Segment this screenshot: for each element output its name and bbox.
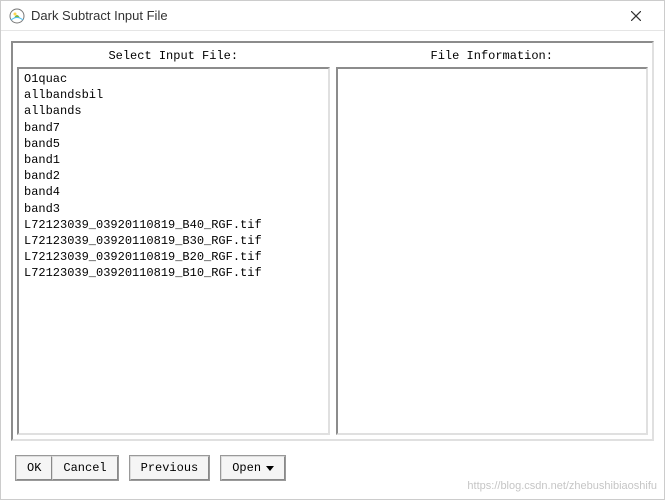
dialog-window: Dark Subtract Input File Select Input Fi…: [0, 0, 665, 500]
previous-button[interactable]: Previous: [130, 456, 210, 480]
file-info-header: File Information:: [336, 47, 649, 67]
list-item[interactable]: band1: [23, 152, 324, 168]
list-item[interactable]: allbandsbil: [23, 87, 324, 103]
list-item[interactable]: band7: [23, 120, 324, 136]
list-item[interactable]: L72123039_03920110819_B40_RGF.tif: [23, 217, 324, 233]
chevron-down-icon: [266, 466, 274, 471]
close-button[interactable]: [616, 2, 656, 30]
close-icon: [631, 11, 641, 21]
list-item[interactable]: band2: [23, 168, 324, 184]
open-button[interactable]: Open: [221, 456, 285, 480]
list-item[interactable]: L72123039_03920110819_B10_RGF.tif: [23, 265, 324, 281]
previous-group: Previous: [129, 455, 211, 481]
ok-button[interactable]: OK: [16, 456, 52, 480]
list-item[interactable]: band4: [23, 184, 324, 200]
main-panel: Select Input File: O1quacallbandsbilallb…: [11, 41, 654, 441]
list-item[interactable]: O1quac: [23, 71, 324, 87]
ok-cancel-group: OK Cancel: [15, 455, 119, 481]
select-input-header: Select Input File:: [17, 47, 330, 67]
file-list: O1quacallbandsbilallbandsband7band5band1…: [23, 71, 324, 281]
cancel-button[interactable]: Cancel: [52, 456, 117, 480]
titlebar: Dark Subtract Input File: [1, 1, 664, 31]
open-group: Open: [220, 455, 286, 481]
list-item[interactable]: allbands: [23, 103, 324, 119]
left-panel: Select Input File: O1quacallbandsbilallb…: [17, 47, 330, 435]
right-panel: File Information:: [336, 47, 649, 435]
open-label: Open: [232, 461, 261, 475]
button-row: OK Cancel Previous Open: [11, 441, 654, 489]
list-item[interactable]: band3: [23, 201, 324, 217]
app-icon: [9, 8, 25, 24]
window-title: Dark Subtract Input File: [31, 8, 616, 23]
list-item[interactable]: L72123039_03920110819_B20_RGF.tif: [23, 249, 324, 265]
list-item[interactable]: band5: [23, 136, 324, 152]
content-area: Select Input File: O1quacallbandsbilallb…: [1, 31, 664, 499]
file-list-box[interactable]: O1quacallbandsbilallbandsband7band5band1…: [17, 67, 330, 435]
file-info-box: [336, 67, 649, 435]
list-item[interactable]: L72123039_03920110819_B30_RGF.tif: [23, 233, 324, 249]
